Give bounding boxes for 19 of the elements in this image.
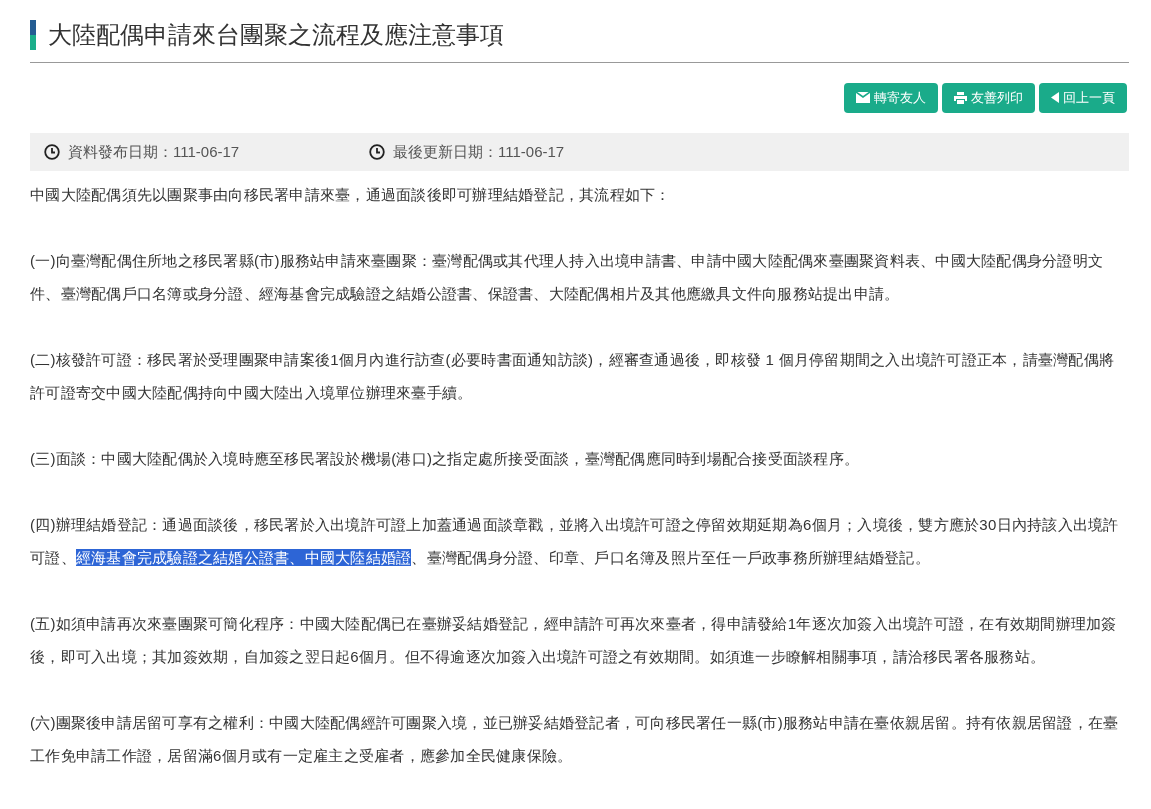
paragraph: (六)團聚後申請居留可享有之權利：中國大陸配偶經許可團聚入境，並已辦妥結婚登記者，可向移民署任一縣(市)服務站申請在臺依親居留。持有依親居留證，在臺工作免申請工作證，居留滿6個月或有一定雇主之受雇者，應參加全民健康保險。 xyxy=(30,713,1120,766)
action-button[interactable]: 轉寄友人 xyxy=(844,83,938,113)
page-title: 大陸配偶申請來台團聚之流程及應注意事項 xyxy=(48,20,504,50)
printer-icon xyxy=(954,91,967,104)
action-button[interactable]: 友善列印 xyxy=(942,83,1035,113)
paragraph: 中國大陸配偶須先以團聚事由向移民署申請來臺，通過面談後即可辦理結婚登記，其流程如下： xyxy=(30,185,672,205)
date-text: 資料發布日期：111-06-17 xyxy=(68,141,240,162)
date-text: 最後更新日期：111-06-17 xyxy=(393,141,565,162)
clock-icon xyxy=(44,143,60,160)
paragraph: (三)面談：中國大陸配偶於入境時應至移民署設於機場(港口)之指定處所接受面談，臺灣配偶應同時到場配合接受面談程序。 xyxy=(30,449,861,469)
caret-left-icon xyxy=(1051,92,1059,104)
paragraph: (一)向臺灣配偶住所地之移民署縣(市)服務站申請來臺團聚：臺灣配偶或其代理人持入出境申請書、申請中國大陸配偶來臺團聚資料表、中國大陸配偶身分證明文件、臺灣配偶戶口名簿或身分證、經海基會完成驗證之結婚公證書、保證書、大陸配偶相片及其他應繳具文件向服務站提出申請。 xyxy=(30,251,1105,304)
paragraph: (五)如須申請再次來臺團聚可簡化程序：中國大陸配偶已在臺辦妥結婚登記，經申請許可再次來臺者，得申請發給1年逐次加簽入出境許可證，在有效期間辦理加簽後，即可入出境；其加簽效期，自加簽之翌日起6個月。但不得逾逐次加簽入出境許可證之有效期間。如須進一步瞭解相關事項，請洽移民署各服務站。 xyxy=(30,614,1118,667)
mail-icon xyxy=(856,92,870,104)
clock-icon xyxy=(369,143,385,160)
title-accent-bar xyxy=(30,20,36,50)
paragraph: (四)辦理結婚登記：通過面談後，移民署於入出境許可證上加蓋通過面談章戳，並將入出境許可證之停留效期延期為6個月；入境後，雙方應於30日內持該入出境許可證、經海基會完成驗證之結婚公證書、中國大陸結婚證、臺灣配偶身分證、印章、戶口名簿及照片至任一戶政事務所辦理結婚登記。 xyxy=(30,515,1120,568)
paragraph: (二)核發許可證：移民署於受理團聚申請案後1個月內進行訪查(必要時書面通知訪談)，經審查通過後，即核發 1 個月停留期間之入出境許可證正本，請臺灣配偶將許可證寄交中國大陸配偶持向中國大陸出入境單位辦理來臺手續。 xyxy=(30,350,1115,403)
action-button[interactable]: 回上一頁 xyxy=(1039,83,1127,113)
